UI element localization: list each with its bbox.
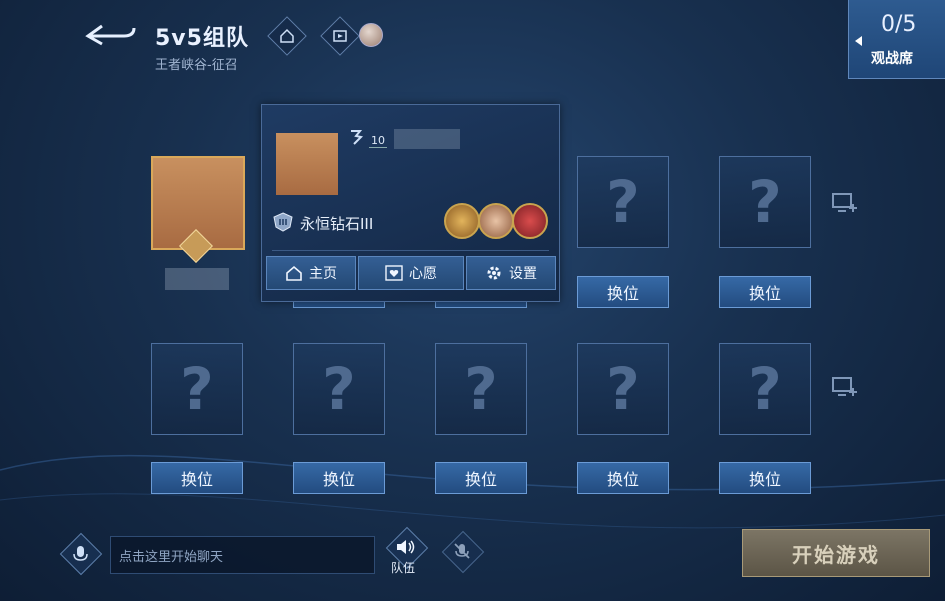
question-mark: ? xyxy=(180,355,214,423)
team-voice-label: 队伍 xyxy=(391,561,416,575)
home-label: 主页 xyxy=(309,266,337,282)
video-button[interactable] xyxy=(320,16,360,56)
spectator-seat-button[interactable]: 0/5 观战席 xyxy=(848,0,945,79)
empty-slot[interactable]: ? xyxy=(293,343,385,435)
hero-avatar xyxy=(444,203,480,239)
mic-off-icon xyxy=(454,543,470,559)
question-mark: ? xyxy=(606,355,640,423)
empty-slot[interactable]: ? xyxy=(719,156,811,248)
page-title: 5v5组队 xyxy=(155,26,249,51)
start-game-button[interactable]: 开始游戏 xyxy=(742,529,930,577)
hero-avatar xyxy=(478,203,514,239)
question-mark: ? xyxy=(748,355,782,423)
swap-button[interactable]: 换位 xyxy=(577,462,669,494)
collapse-arrow-icon xyxy=(855,36,862,46)
empty-slot[interactable]: ? xyxy=(719,343,811,435)
divider xyxy=(272,250,549,251)
speaker-icon xyxy=(397,540,415,554)
video-icon xyxy=(333,30,347,42)
back-button[interactable] xyxy=(84,18,140,48)
swap-button[interactable]: 换位 xyxy=(719,462,811,494)
mic-icon xyxy=(73,546,88,561)
profile-home-button[interactable]: 主页 xyxy=(266,256,356,290)
level-icon xyxy=(351,130,364,145)
wish-button[interactable]: 心愿 xyxy=(358,256,464,290)
add-screen-icon[interactable] xyxy=(832,192,858,214)
empty-slot[interactable]: ? xyxy=(577,156,669,248)
swap-button[interactable]: 换位 xyxy=(719,276,811,308)
friend-avatar[interactable] xyxy=(359,23,383,47)
swap-button[interactable]: 换位 xyxy=(293,462,385,494)
settings-label: 设置 xyxy=(509,266,537,282)
empty-slot[interactable]: ? xyxy=(435,343,527,435)
question-mark: ? xyxy=(464,355,498,423)
swap-button[interactable]: 换位 xyxy=(577,276,669,308)
add-screen-icon[interactable] xyxy=(832,376,858,398)
gear-icon xyxy=(487,266,501,280)
player-info-popup: 10 永恒钻石III 主页 心愿 设置 xyxy=(261,104,560,302)
wish-label: 心愿 xyxy=(409,266,437,282)
question-mark: ? xyxy=(748,168,782,236)
home-icon xyxy=(280,28,294,43)
question-mark: ? xyxy=(606,168,640,236)
player-level: 10 xyxy=(369,134,387,148)
settings-button[interactable]: 设置 xyxy=(466,256,556,290)
question-mark: ? xyxy=(322,355,356,423)
spectator-count: 0/5 xyxy=(881,12,917,37)
home-icon xyxy=(286,265,302,281)
swap-button[interactable]: 换位 xyxy=(151,462,243,494)
heart-icon xyxy=(385,265,403,281)
spectator-label: 观战席 xyxy=(871,51,913,67)
hero-avatar xyxy=(512,203,548,239)
empty-slot[interactable]: ? xyxy=(151,343,243,435)
mode-subtitle: 王者峡谷-征召 xyxy=(155,58,238,73)
rank-icon xyxy=(273,212,293,232)
empty-slot[interactable]: ? xyxy=(577,343,669,435)
popup-avatar xyxy=(276,133,338,195)
chat-input[interactable]: 点击这里开始聊天 xyxy=(110,536,375,574)
home-shortcut-button[interactable] xyxy=(267,16,307,56)
popup-name-hidden xyxy=(394,129,460,149)
player-name-hidden xyxy=(165,268,229,290)
swap-button[interactable]: 换位 xyxy=(435,462,527,494)
rank-text: 永恒钻石III xyxy=(300,215,374,233)
